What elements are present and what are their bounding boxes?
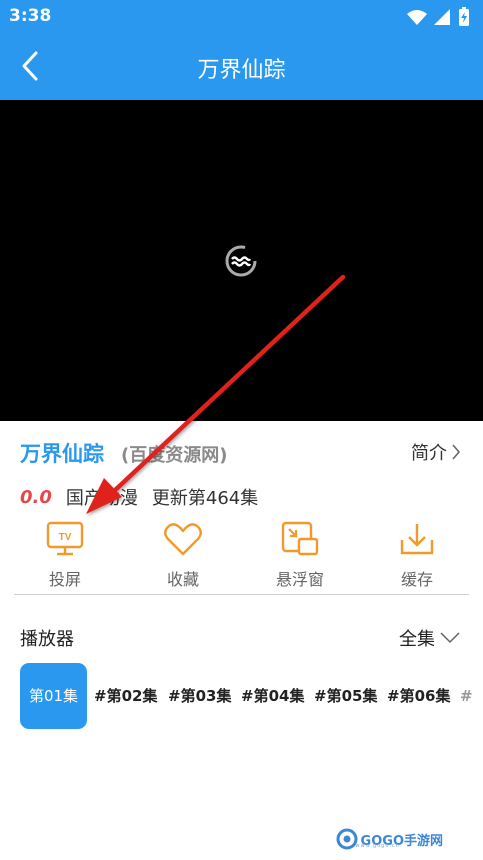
intro-label: 简介 (411, 443, 447, 464)
signal-icon (434, 9, 450, 25)
floating-window-label: 悬浮窗 (275, 570, 324, 589)
genre-label: 国产动漫 (65, 488, 138, 509)
tv-cast-icon: TV (46, 521, 84, 556)
wifi-icon (407, 10, 427, 25)
episode-item[interactable]: #第03集 (168, 663, 231, 729)
all-episodes-label: 全集 (399, 629, 435, 650)
cast-label: 投屏 (48, 570, 81, 589)
floating-window-button[interactable]: 悬浮窗 (241, 516, 359, 592)
page-title: 万界仙踪 (197, 58, 286, 83)
download-button[interactable]: 缓存 (358, 516, 476, 592)
status-time: 3:38 (9, 6, 52, 26)
episode-item[interactable]: #第05集 (314, 663, 377, 729)
chevron-right-icon (452, 444, 461, 460)
cast-button[interactable]: TV 投屏 (6, 516, 124, 592)
info-row: 万界仙踪 (百度资源网) 简介 (0, 424, 483, 478)
gogo-logo-icon (336, 828, 358, 850)
svg-text:TV: TV (59, 532, 72, 543)
episode-item[interactable]: #第06集 (387, 663, 450, 729)
watermark-domain: www.gogo.cn (355, 843, 400, 849)
status-icons (405, 7, 475, 27)
download-label: 缓存 (400, 570, 433, 589)
episode-item[interactable]: 第01集 (20, 663, 87, 729)
episode-item-overflow: # (460, 687, 473, 705)
episode-list: 第01集 #第02集 #第03集 #第04集 #第05集 #第06集 # (20, 663, 483, 731)
watermark: GOGO手游网 www.gogo.cn (336, 826, 443, 852)
update-label: 更新第464集 (151, 488, 259, 509)
episode-item[interactable]: #第02集 (94, 663, 157, 729)
source-label: (百度资源网) (121, 445, 228, 466)
episode-item[interactable]: #第04集 (241, 663, 304, 729)
app-bar: 万界仙踪 (0, 34, 483, 100)
favorite-button[interactable]: 收藏 (124, 516, 242, 592)
loading-spinner-icon (225, 245, 257, 277)
favorite-label: 收藏 (166, 570, 199, 589)
rating-score: 0.0 (20, 486, 52, 508)
player-label: 播放器 (20, 629, 74, 650)
status-bar: 3:38 (0, 0, 483, 34)
download-icon (400, 524, 434, 555)
heart-icon (164, 523, 202, 556)
battery-icon (459, 7, 469, 26)
action-bar: TV 投屏 收藏 悬浮窗 缓存 (0, 516, 483, 592)
meta-row: 0.0 国产动漫 更新第464集 (20, 483, 258, 511)
all-episodes-button[interactable]: 全集 (399, 625, 461, 651)
chevron-down-icon (440, 632, 460, 644)
divider (14, 594, 469, 595)
show-title: 万界仙踪 (20, 442, 104, 466)
floating-window-icon (281, 521, 319, 556)
intro-link[interactable]: 简介 (411, 439, 461, 465)
